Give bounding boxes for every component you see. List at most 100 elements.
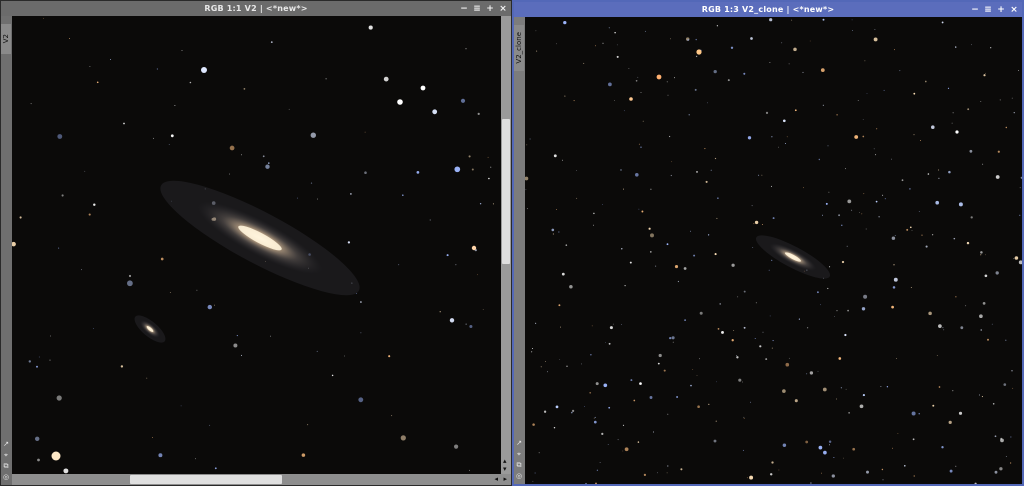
star xyxy=(402,194,404,196)
star xyxy=(743,416,745,418)
star xyxy=(364,131,366,133)
image-canvas[interactable] xyxy=(525,17,1022,484)
star xyxy=(752,247,754,248)
star xyxy=(891,447,894,449)
star xyxy=(469,324,473,329)
starfield-image xyxy=(525,17,1022,484)
scroll-up-icon[interactable]: ▴ xyxy=(503,457,507,465)
clone-icon[interactable]: ⧉ xyxy=(2,462,10,470)
star xyxy=(833,457,835,458)
star xyxy=(50,335,51,337)
image-window-v2[interactable]: RGB 1:1 V2 | <*new*> − ≡ + × V2 ↗ ⌖ ⧉ ◎ … xyxy=(0,0,512,486)
target-icon[interactable]: ◎ xyxy=(2,473,10,481)
star xyxy=(667,94,669,96)
maximize-icon[interactable]: + xyxy=(997,5,1005,15)
star xyxy=(599,462,601,463)
star xyxy=(490,166,492,168)
view-side-tab[interactable]: V2_clone xyxy=(514,25,524,71)
close-icon[interactable]: × xyxy=(1010,5,1018,15)
shade-icon[interactable]: ≡ xyxy=(473,4,481,14)
star xyxy=(928,311,932,316)
star xyxy=(1012,387,1014,389)
scroll-left-icon[interactable]: ◂ xyxy=(494,475,498,483)
star xyxy=(758,174,760,176)
window-titlebar[interactable]: RGB 1:1 V2 | <*new*> − ≡ + × xyxy=(1,1,511,16)
star xyxy=(214,304,216,306)
window-titlebar[interactable]: RGB 1:3 V2_clone | <*new*> − ≡ + × xyxy=(514,2,1022,17)
star xyxy=(529,138,531,140)
star xyxy=(638,208,640,210)
star xyxy=(847,199,852,204)
star xyxy=(640,146,642,148)
horizontal-scroll-thumb[interactable] xyxy=(130,475,282,484)
star xyxy=(749,401,752,403)
star xyxy=(960,326,964,330)
shade-icon[interactable]: ≡ xyxy=(984,5,992,15)
star xyxy=(910,287,912,289)
maximize-icon[interactable]: + xyxy=(486,4,494,14)
star xyxy=(623,188,624,190)
star xyxy=(713,439,717,443)
crosshair-icon[interactable]: ⌖ xyxy=(515,450,523,458)
star xyxy=(955,46,957,48)
star xyxy=(719,303,722,305)
crosshair-icon[interactable]: ⌖ xyxy=(2,451,10,459)
star xyxy=(356,293,357,295)
star xyxy=(851,209,853,211)
star xyxy=(925,245,928,248)
close-icon[interactable]: × xyxy=(499,4,507,14)
star xyxy=(601,432,604,436)
star xyxy=(564,95,566,97)
star xyxy=(630,379,633,382)
star xyxy=(566,365,568,367)
clone-icon[interactable]: ⧉ xyxy=(515,461,523,469)
star xyxy=(978,394,980,396)
star xyxy=(268,162,270,164)
image-canvas[interactable] xyxy=(12,16,501,474)
star xyxy=(584,406,586,408)
star xyxy=(189,81,192,84)
star xyxy=(624,447,629,452)
star xyxy=(721,330,724,334)
star xyxy=(730,46,734,49)
star xyxy=(207,304,213,310)
horizontal-scrollbar[interactable]: ◂ ▸ xyxy=(12,474,511,485)
star xyxy=(594,416,596,418)
link-icon[interactable]: ↗ xyxy=(2,440,10,448)
minimize-icon[interactable]: − xyxy=(460,4,468,14)
vertical-scroll-thumb[interactable] xyxy=(502,119,510,264)
star xyxy=(553,154,557,158)
star xyxy=(893,277,898,282)
star xyxy=(460,98,466,103)
link-icon[interactable]: ↗ xyxy=(515,439,523,447)
star xyxy=(699,311,703,315)
star xyxy=(642,120,644,122)
star xyxy=(88,213,91,216)
star xyxy=(595,382,599,386)
star xyxy=(670,38,671,40)
view-side-tab[interactable]: V2 xyxy=(1,24,11,54)
star xyxy=(559,359,561,360)
target-icon[interactable]: ◎ xyxy=(515,472,523,480)
star xyxy=(761,174,763,176)
vertical-scrollbar[interactable]: ▴ ▾ xyxy=(501,16,511,474)
star xyxy=(821,472,822,474)
star xyxy=(717,328,720,330)
star xyxy=(643,473,647,477)
star xyxy=(791,19,793,21)
star xyxy=(953,237,956,240)
star xyxy=(951,122,953,124)
minimize-icon[interactable]: − xyxy=(971,5,979,15)
scroll-down-icon[interactable]: ▾ xyxy=(503,465,507,473)
star xyxy=(531,347,534,350)
bright-star xyxy=(51,451,61,461)
star xyxy=(156,68,158,70)
scroll-right-icon[interactable]: ▸ xyxy=(503,475,507,483)
star xyxy=(911,411,916,416)
star xyxy=(987,338,989,341)
star xyxy=(882,194,884,196)
star xyxy=(992,403,995,405)
image-window-v2-clone[interactable]: RGB 1:3 V2_clone | <*new*> − ≡ + × V2_cl… xyxy=(512,0,1024,486)
star xyxy=(603,383,608,388)
star xyxy=(635,79,638,82)
